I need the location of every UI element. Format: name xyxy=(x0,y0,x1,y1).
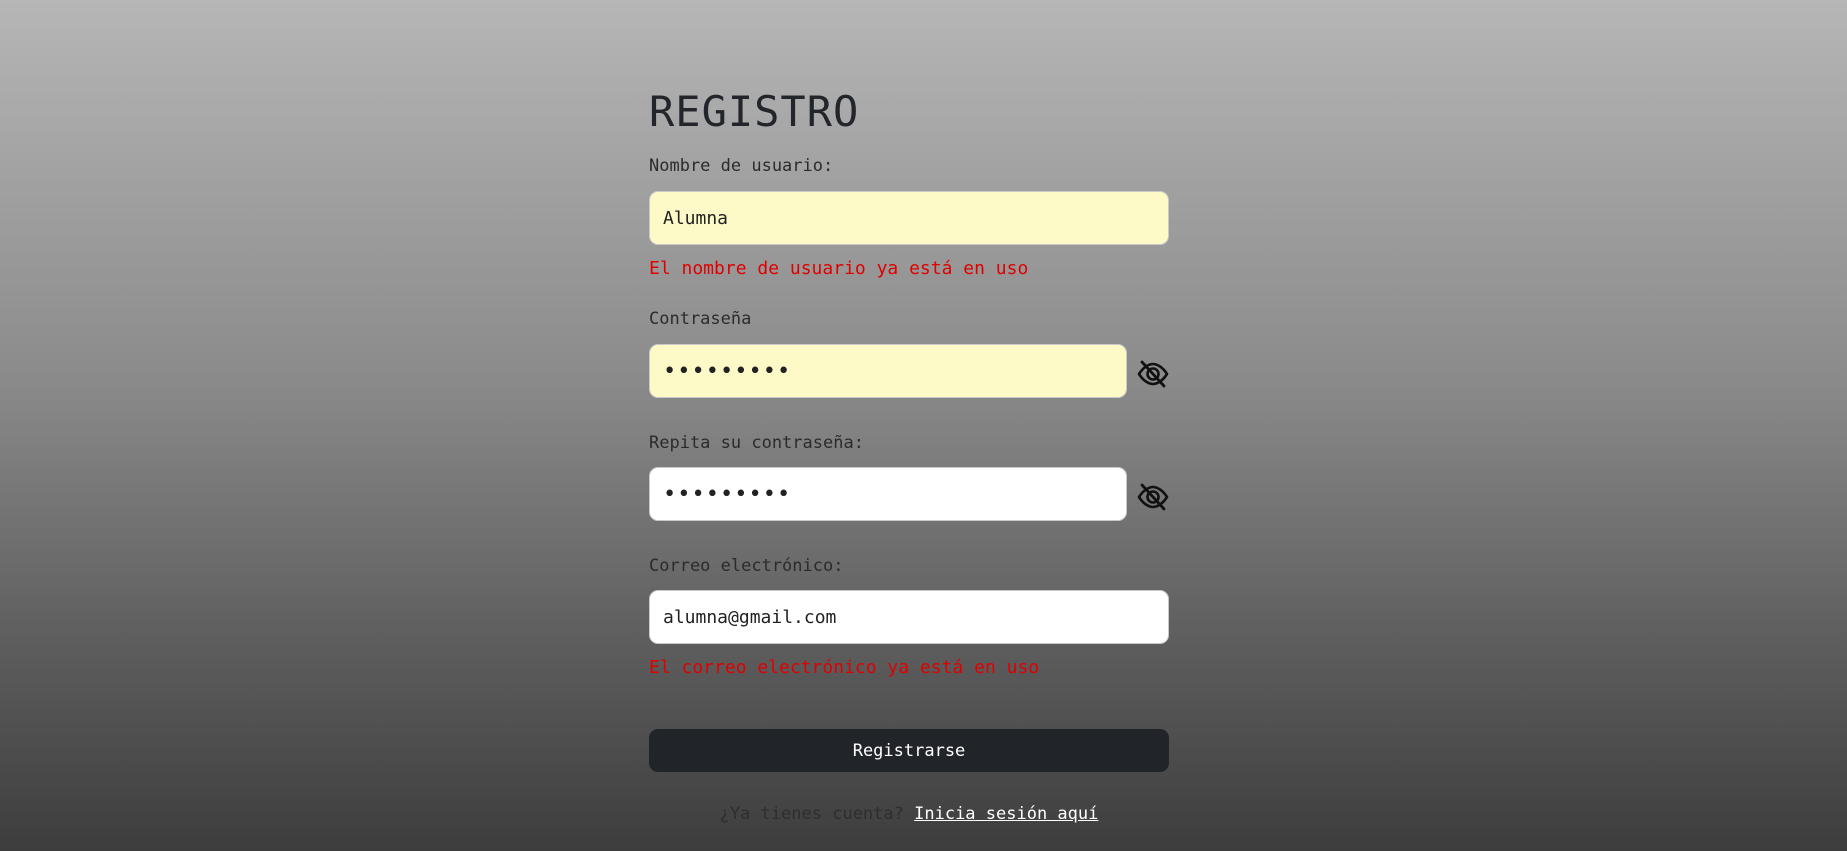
register-button[interactable]: Registrarse xyxy=(649,729,1169,772)
username-input[interactable]: Alumna xyxy=(649,191,1169,245)
login-prompt: ¿Ya tienes cuenta? Inicia sesión aquí xyxy=(649,803,1169,825)
page-title: REGISTRO xyxy=(649,87,860,136)
username-label: Nombre de usuario: xyxy=(649,156,834,176)
username-value: Alumna xyxy=(663,207,729,229)
password-input[interactable]: ••••••••• xyxy=(649,344,1127,398)
login-question: ¿Ya tienes cuenta? xyxy=(719,804,904,824)
password-label: Contraseña xyxy=(649,309,752,329)
password-repeat-input[interactable]: ••••••••• xyxy=(649,467,1127,521)
password-value: ••••••••• xyxy=(663,358,792,384)
username-error: El nombre de usuario ya está en uso xyxy=(649,258,1029,279)
email-input[interactable]: alumna@gmail.com xyxy=(649,590,1169,644)
email-label: Correo electrónico: xyxy=(649,556,844,576)
password-repeat-label: Repita su contraseña: xyxy=(649,433,864,453)
eye-slash-icon[interactable] xyxy=(1137,481,1169,513)
eye-slash-icon[interactable] xyxy=(1137,358,1169,390)
email-error: El correo electrónico ya está en uso xyxy=(649,657,1040,678)
email-value: alumna@gmail.com xyxy=(663,606,837,628)
password-repeat-value: ••••••••• xyxy=(663,481,792,507)
login-link[interactable]: Inicia sesión aquí xyxy=(914,804,1098,824)
